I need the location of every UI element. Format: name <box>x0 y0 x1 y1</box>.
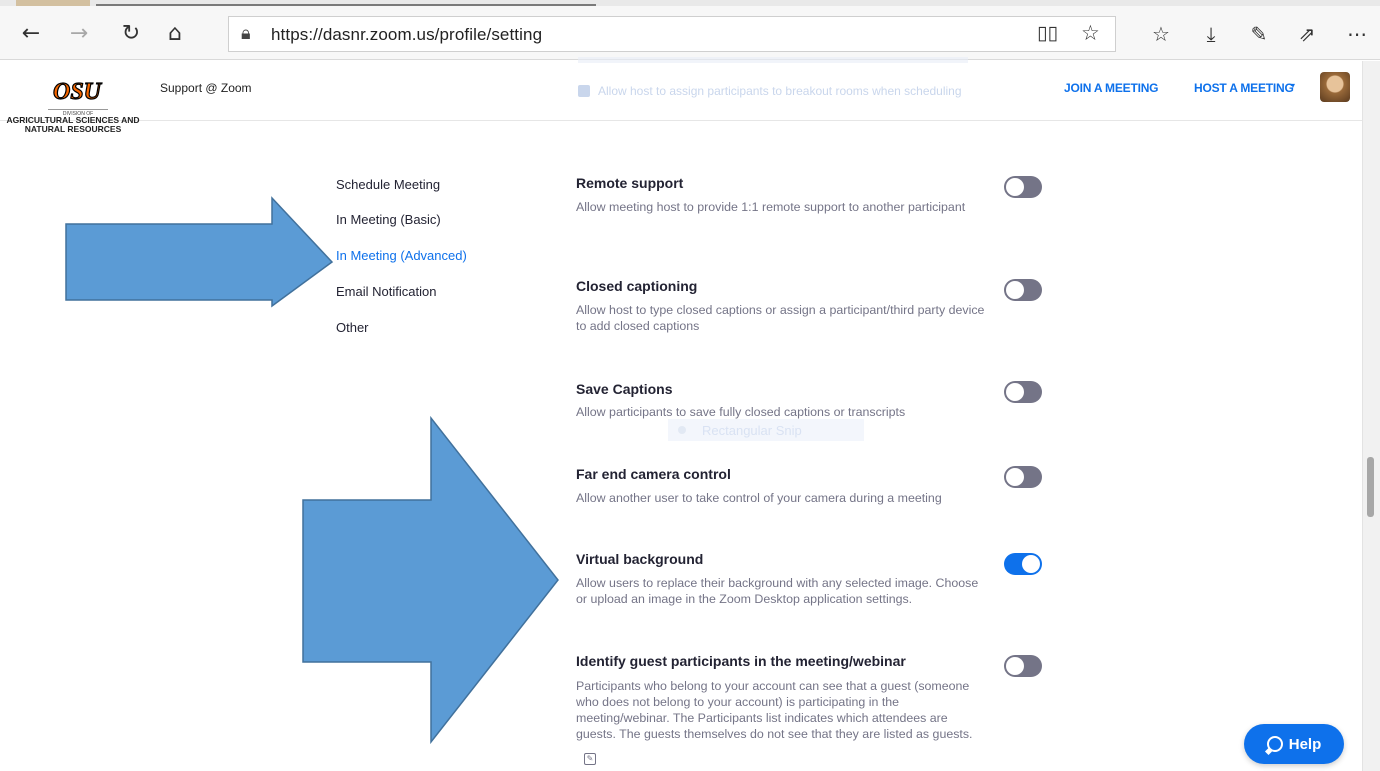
address-bar[interactable]: 🔒︎ https://dasnr.zoom.us/profile/setting… <box>228 16 1116 52</box>
toggle-knob <box>1006 383 1024 401</box>
remote-support-toggle[interactable] <box>1004 176 1042 198</box>
snip-label: Rectangular Snip <box>702 423 802 438</box>
pen-icon[interactable]: ✎ <box>1244 20 1274 48</box>
join-meeting-link[interactable]: JOIN A MEETING <box>1064 81 1159 95</box>
rectangular-snip-overlay: Rectangular Snip <box>668 419 864 441</box>
nav-item-schedule-meeting[interactable]: Schedule Meeting <box>336 177 440 192</box>
setting-title: Closed captioning <box>576 278 698 294</box>
nav-item-email-notification[interactable]: Email Notification <box>336 284 436 299</box>
tab-strip <box>0 0 1380 6</box>
setting-description: Allow another user to take control of yo… <box>576 491 942 505</box>
identify-guest-participants-toggle[interactable] <box>1004 655 1042 677</box>
save-captions-toggle[interactable] <box>1004 381 1042 403</box>
page-scrollbar[interactable] <box>1362 61 1380 771</box>
chat-bubble-icon <box>1266 736 1283 752</box>
annotation-arrow-top-icon <box>65 196 334 308</box>
home-icon[interactable]: ⌂ <box>160 18 190 48</box>
logo-subtitle: AGRICULTURAL SCIENCES AND NATURAL RESOUR… <box>6 115 140 134</box>
browser-toolbar: ← → ↻ ⌂ 🔒︎ https://dasnr.zoom.us/profile… <box>0 0 1380 60</box>
ghost-overlay-bar <box>578 57 968 63</box>
setting-title: Far end camera control <box>576 466 731 482</box>
host-meeting-link[interactable]: HOST A MEETING <box>1194 81 1294 95</box>
setting-description: Allow meeting host to provide 1:1 remote… <box>576 200 966 214</box>
download-icon[interactable]: ⤓ <box>1196 20 1226 48</box>
tab-favicon-strip[interactable] <box>16 0 90 6</box>
far-end-camera-control-toggle[interactable] <box>1004 466 1042 488</box>
toggle-knob <box>1022 555 1040 573</box>
star-icon[interactable]: ☆ <box>1081 21 1100 45</box>
nav-item-other[interactable]: Other <box>336 320 369 335</box>
toggle-knob <box>1006 281 1024 299</box>
virtual-background-toggle[interactable] <box>1004 553 1042 575</box>
closed-captioning-toggle[interactable] <box>1004 279 1042 301</box>
reading-view-icon[interactable]: ▯▯ <box>1037 22 1058 44</box>
ghost-setting-label: Allow host to assign participants to bre… <box>598 84 962 98</box>
site-title[interactable]: Support @ Zoom <box>160 81 252 95</box>
address-url[interactable]: https://dasnr.zoom.us/profile/setting <box>271 25 542 45</box>
setting-title: Save Captions <box>576 381 673 397</box>
share-icon[interactable]: ⇗ <box>1292 20 1322 48</box>
toggle-knob <box>1006 468 1024 486</box>
active-tab-indicator <box>96 4 596 6</box>
refresh-icon[interactable]: ↻ <box>116 18 146 48</box>
annotation-arrow-bottom-icon <box>302 415 559 745</box>
ghost-setting-text: Allow host to assign participants to bre… <box>578 84 962 98</box>
setting-description: Participants who belong to your account … <box>576 679 973 741</box>
setting-description: Allow users to replace their background … <box>576 576 979 606</box>
scrollbar-thumb[interactable] <box>1367 457 1374 517</box>
site-header: OSU DIVISION OF AGRICULTURAL SCIENCES AN… <box>0 57 1362 134</box>
svg-text:OSU: OSU <box>53 79 103 105</box>
help-button-label: Help <box>1288 735 1322 753</box>
chevron-down-icon[interactable]: ▾ <box>1291 81 1295 90</box>
setting-description: Allow host to type closed captions or as… <box>576 303 985 333</box>
setting-title: Identify guest participants in the meeti… <box>576 653 906 669</box>
nav-item-in-meeting-advanced[interactable]: In Meeting (Advanced) <box>336 248 467 263</box>
setting-title: Virtual background <box>576 551 704 567</box>
ghost-checkbox <box>578 85 590 97</box>
forward-arrow-icon[interactable]: → <box>64 18 94 48</box>
favorites-icon[interactable]: ☆ <box>1146 20 1176 48</box>
toggle-knob <box>1006 178 1024 196</box>
setting-description: Allow participants to save fully closed … <box>576 405 906 419</box>
setting-title: Remote support <box>576 175 684 191</box>
more-icon[interactable]: ⋯ <box>1342 20 1372 48</box>
snip-radio-icon <box>678 426 686 434</box>
lock-icon[interactable]: 🔒︎ <box>241 23 251 44</box>
edit-icon[interactable]: ✎ <box>584 753 596 765</box>
help-button[interactable]: Help <box>1244 724 1344 764</box>
avatar[interactable] <box>1320 72 1350 102</box>
toggle-knob <box>1006 657 1024 675</box>
nav-item-in-meeting-basic[interactable]: In Meeting (Basic) <box>336 212 441 227</box>
back-arrow-icon[interactable]: ← <box>16 18 46 48</box>
osu-logo-icon[interactable]: OSU <box>46 75 108 107</box>
